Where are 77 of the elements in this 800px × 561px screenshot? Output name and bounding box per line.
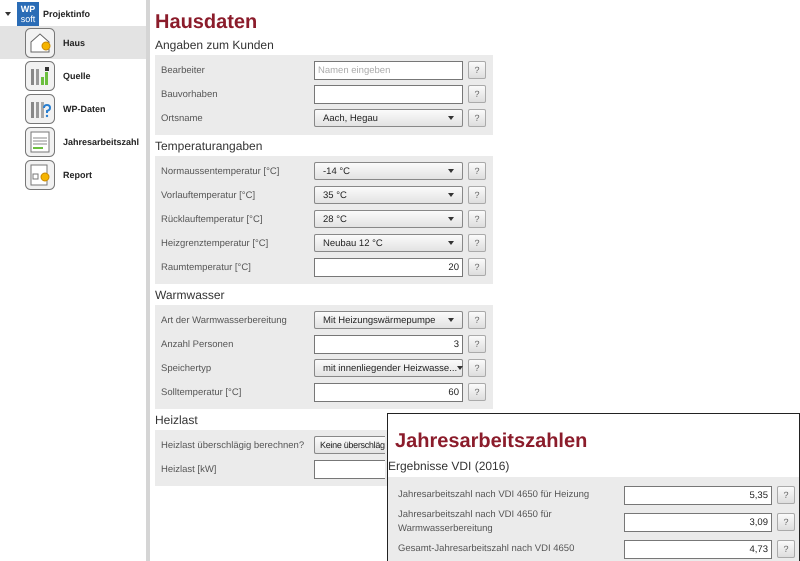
field-label: Jahresarbeitszahl nach VDI 4650 für Warmwasserbereitung: [398, 508, 553, 536]
input-field[interactable]: [314, 84, 463, 104]
field-label: Jahresarbeitszahl nach VDI 4650 für Heizung: [398, 488, 590, 502]
field-label: Bearbeiter: [161, 64, 206, 76]
field-label: Speichertyp: [161, 362, 212, 374]
help-button[interactable]: ?: [468, 61, 486, 79]
house-icon: [25, 28, 55, 58]
input-field[interactable]: 20: [314, 258, 463, 276]
help-button[interactable]: ?: [468, 234, 486, 252]
caret-icon: [448, 318, 454, 322]
nav-item[interactable]: Haus: [0, 26, 146, 59]
nav-item[interactable]: WP-Daten: [0, 92, 146, 125]
field-label: Solltemperatur [°C]: [161, 386, 242, 398]
bar-chart-icon: [25, 60, 55, 90]
nav-item[interactable]: Report: [0, 158, 146, 191]
help-button[interactable]: ?: [777, 513, 795, 531]
help-button[interactable]: ?: [777, 540, 795, 558]
field-label: Vorlauftemperatur [°C]: [161, 190, 256, 200]
caret-icon: [448, 217, 454, 221]
field-label: Heizgrenztemperatur [°C]: [161, 238, 270, 248]
field-label: Gesamt-Jahresarbeitszahl nach VDI 4650: [398, 542, 576, 556]
caret-icon: [448, 241, 454, 245]
tree-item[interactable]: Projektinfo: [43, 9, 90, 19]
help-button[interactable]: ?: [777, 486, 795, 504]
input-field[interactable]: 60: [314, 382, 463, 402]
nav-item[interactable]: Jahresarbeitszahl: [0, 125, 146, 158]
section-heading: Ergebnisse VDI (2016): [388, 458, 510, 474]
dropdown[interactable]: 35 °C: [314, 186, 463, 204]
field-label: Art der Warmwasserbereitung: [161, 314, 288, 326]
field-label: Rücklauftemperatur [°C]: [161, 214, 264, 224]
window-title: Jahresarbeitszahlen: [395, 429, 588, 453]
question-icon: [25, 94, 55, 124]
help-button[interactable]: ?: [468, 162, 486, 180]
result-field[interactable]: 5,35: [624, 486, 772, 504]
dropdown[interactable]: mit innenliegender Heizwasse...: [314, 359, 463, 377]
caret-icon: [457, 366, 464, 370]
section-heading: Warmwasser: [155, 287, 226, 303]
caret-icon: [448, 193, 454, 197]
help-button[interactable]: ?: [468, 109, 486, 127]
logo-text: WP: [20, 4, 36, 14]
result-field[interactable]: 3,09: [624, 512, 772, 532]
dropdown[interactable]: 28 °C: [314, 210, 463, 228]
dropdown[interactable]: Keine überschläg: [314, 436, 385, 454]
nav-item[interactable]: Quelle: [0, 59, 146, 92]
help-button[interactable]: ?: [468, 186, 486, 204]
field-label: Normaussentemperatur [°C]: [161, 166, 280, 176]
help-button[interactable]: ?: [468, 359, 486, 377]
field-label: Raumtemperatur [°C]: [161, 262, 252, 272]
help-button[interactable]: ?: [468, 311, 486, 329]
report-icon: [25, 160, 55, 190]
input-field[interactable]: Namen eingeben: [314, 60, 463, 80]
help-button[interactable]: ?: [468, 335, 486, 353]
logo-text: soft: [20, 14, 36, 24]
input-field[interactable]: 3: [314, 334, 463, 354]
field-label: Ortsname: [161, 112, 204, 124]
dropdown[interactable]: -14 °C: [314, 162, 463, 180]
help-button[interactable]: ?: [468, 258, 486, 276]
result-field[interactable]: 4,73: [624, 540, 772, 558]
input-field[interactable]: [314, 460, 385, 478]
help-button[interactable]: ?: [468, 210, 486, 228]
expand-icon[interactable]: [5, 12, 11, 16]
section-heading: Heizlast: [155, 412, 199, 428]
help-button[interactable]: ?: [468, 383, 486, 401]
field-label: Bauvorhaben: [161, 88, 219, 100]
help-button[interactable]: ?: [468, 85, 486, 103]
field-label: Heizlast überschlägig berechnen?: [161, 440, 306, 450]
field-label: Heizlast [kW]: [161, 464, 218, 474]
page-title: Hausdaten: [155, 10, 258, 34]
field-label: Anzahl Personen: [161, 338, 234, 350]
caret-icon: [448, 169, 454, 173]
dropdown[interactable]: Aach, Hegau: [314, 109, 463, 127]
dropdown[interactable]: Neubau 12 °C: [314, 234, 463, 252]
section-heading: Temperaturangaben: [155, 138, 264, 154]
section-heading: Angaben zum Kunden: [155, 37, 275, 53]
document-icon: [25, 126, 55, 156]
dropdown[interactable]: Mit Heizungswärmepumpe: [314, 311, 463, 329]
caret-icon: [448, 116, 454, 120]
